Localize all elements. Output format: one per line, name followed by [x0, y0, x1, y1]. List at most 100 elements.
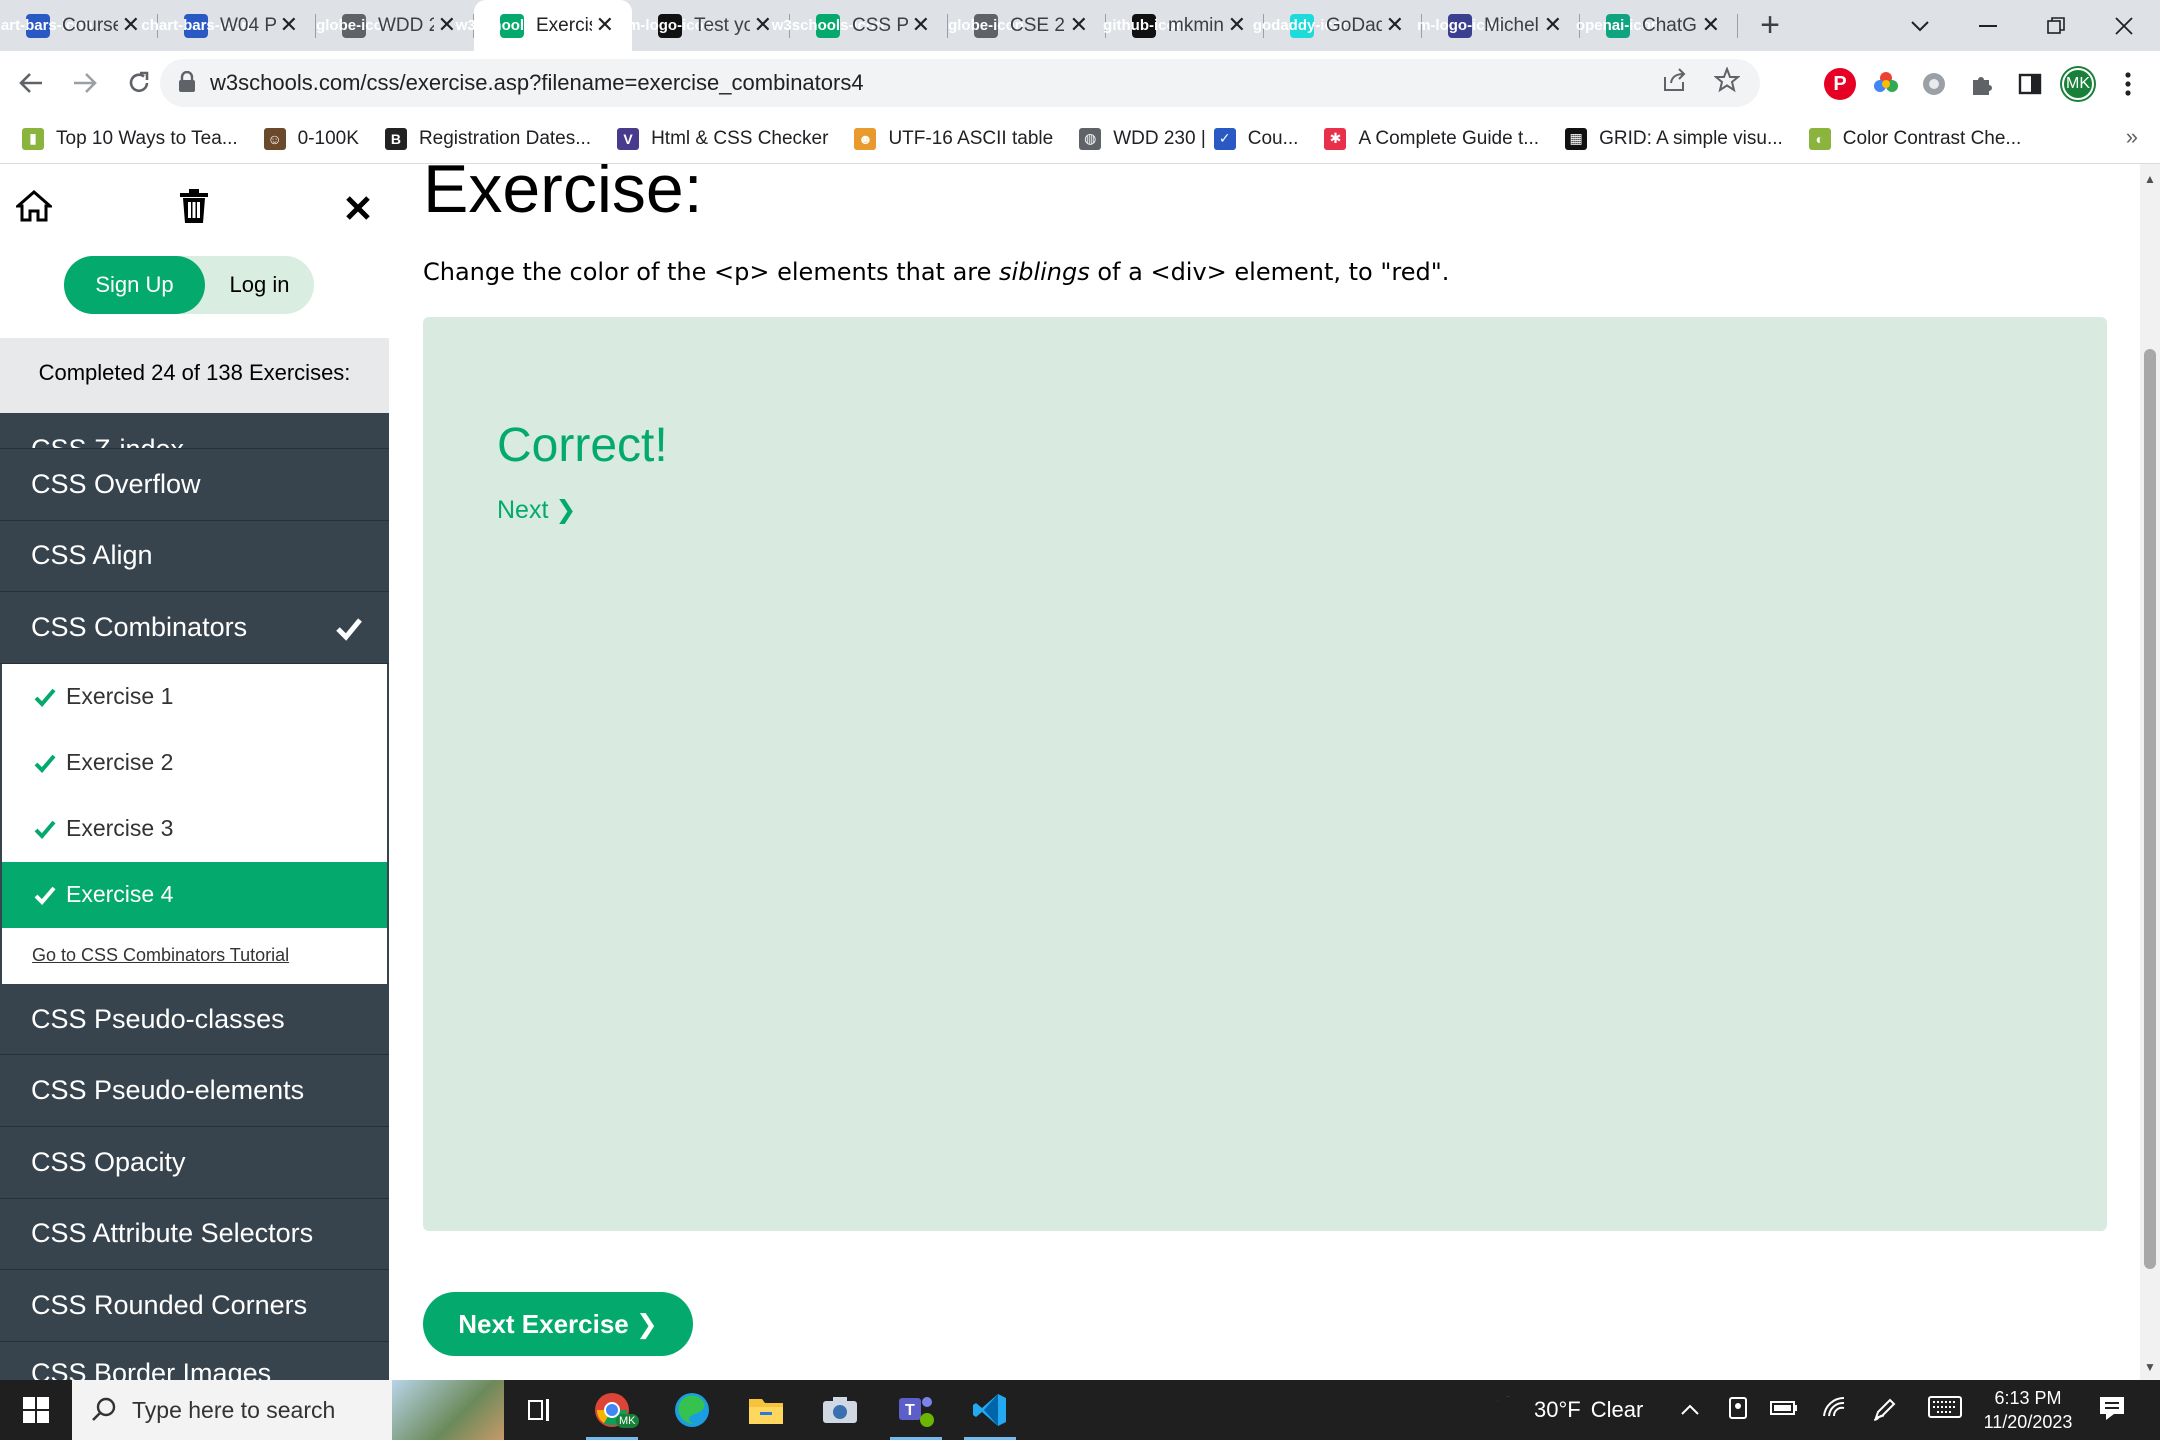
tab-close-icon[interactable]: ✕: [1544, 13, 1562, 37]
menu-item-css-overflow[interactable]: CSS Overflow: [0, 449, 389, 521]
tab-close-icon[interactable]: ✕: [122, 13, 140, 37]
battery-icon[interactable]: [1770, 1396, 1798, 1422]
meet-now-icon[interactable]: [1728, 1396, 1748, 1426]
next-link[interactable]: Next ❯: [497, 495, 576, 525]
tab-close-icon[interactable]: ✕: [1228, 13, 1246, 37]
browser-tab-michell[interactable]: m-logo-icon Michell ✕: [1417, 0, 1580, 51]
bookmark-star-icon[interactable]: [1713, 66, 1741, 100]
weather-widget[interactable]: 30°F Clear: [1488, 1380, 1643, 1440]
openai-icon: openai-icon: [1576, 13, 1660, 38]
browser-tab-course[interactable]: chart-bars-iconCourse✕: [0, 0, 158, 51]
task-view-icon[interactable]: [504, 1380, 576, 1440]
exercise-main: Exercise: Change the color of the <p> el…: [389, 164, 2123, 1380]
pinterest-extension-icon[interactable]: P: [1824, 68, 1856, 100]
address-bar[interactable]: w3schools.com/css/exercise.asp?filename=…: [160, 59, 1760, 107]
exercise-sidebar: Sign Up Log in Completed 24 of 138 Exerc…: [0, 164, 389, 1380]
menu-item-css-z-index[interactable]: CSS Z-index: [0, 413, 389, 449]
color-picker-extension-icon[interactable]: [1870, 68, 1902, 100]
browser-tab-mkmin[interactable]: github-icon mkmin ✕: [1103, 0, 1264, 51]
kebab-menu-icon[interactable]: [2112, 68, 2144, 100]
exercise-item-2[interactable]: Exercise 2: [2, 730, 387, 796]
browser-tab-w04-pr[interactable]: chart-bars-iconW04 Pr✕: [141, 0, 316, 51]
exercise-item-4[interactable]: Exercise 4: [2, 861, 387, 928]
menu-item-css-combinators[interactable]: CSS Combinators: [0, 592, 389, 664]
bookmark-color-contrast-che[interactable]: ◐ Color Contrast Che...: [1808, 127, 2021, 150]
scroll-up-arrow-icon[interactable]: ▲: [2144, 172, 2156, 186]
taskbar-search-box[interactable]: Type here to search: [72, 1380, 504, 1440]
edge-taskbar-icon[interactable]: [656, 1380, 728, 1440]
tray-overflow-chevron-icon[interactable]: [1680, 1396, 1700, 1422]
file-explorer-icon[interactable]: [730, 1380, 802, 1440]
result-message: Correct!: [497, 419, 668, 472]
chrome-taskbar-icon[interactable]: MK: [576, 1380, 648, 1440]
close-sidebar-icon[interactable]: [336, 186, 380, 230]
browser-tab-wdd-2[interactable]: globe-icon WDD 2 ✕: [316, 0, 474, 51]
forward-icon[interactable]: [62, 60, 108, 106]
sign-up-button[interactable]: Sign Up: [64, 256, 205, 314]
new-tab-button[interactable]: +: [1746, 2, 1794, 50]
tab-close-icon[interactable]: ✕: [1386, 13, 1404, 37]
home-icon[interactable]: [12, 184, 56, 228]
window-close-icon[interactable]: [2084, 0, 2160, 51]
bookmark-top-10-ways-to-tea[interactable]: ▮ Top 10 Ways to Tea...: [22, 127, 238, 150]
keyboard-icon[interactable]: [1928, 1396, 1962, 1424]
menu-item-css-align[interactable]: CSS Align: [0, 521, 389, 593]
back-icon[interactable]: [8, 60, 54, 106]
tab-close-icon[interactable]: ✕: [912, 13, 930, 37]
lock-icon[interactable]: [178, 71, 196, 93]
teams-taskbar-icon[interactable]: T: [880, 1380, 952, 1440]
menu-item-css-attribute-selectors[interactable]: CSS Attribute Selectors: [0, 1199, 389, 1271]
notifications-icon[interactable]: [2098, 1394, 2126, 1428]
bookmark-grid-a-simple-visu[interactable]: ▦ GRID: A simple visu...: [1565, 127, 1783, 150]
browser-tab-cse-21[interactable]: globe-iconCSE 21✕: [948, 0, 1106, 51]
bookmark-0-100k[interactable]: ☺ 0-100K: [263, 127, 359, 150]
tutorial-link[interactable]: Go to CSS Combinators Tutorial: [2, 928, 387, 984]
share-icon[interactable]: [1662, 67, 1688, 100]
settings-extension-icon[interactable]: [1918, 68, 1950, 100]
tab-close-icon[interactable]: ✕: [596, 13, 614, 37]
tab-close-icon[interactable]: ✕: [1702, 13, 1720, 37]
scroll-down-arrow-icon[interactable]: ▼: [2144, 1360, 2156, 1374]
vscode-taskbar-icon[interactable]: [954, 1380, 1026, 1440]
menu-item-css-border-images[interactable]: CSS Border Images: [0, 1342, 389, 1380]
browser-tab-exercis[interactable]: w3schools-iconExercis✕: [456, 0, 632, 51]
browser-tab-css-ps[interactable]: w3schools-iconCSS Ps✕: [772, 0, 948, 51]
bookmarks-overflow-icon[interactable]: »: [2126, 124, 2138, 150]
extensions-puzzle-icon[interactable]: [1966, 68, 1998, 100]
menu-item-css-opacity[interactable]: CSS Opacity: [0, 1127, 389, 1199]
taskbar-clock[interactable]: 6:13 PM 11/20/2023: [1972, 1386, 2084, 1434]
bookmark-utf-16-ascii-table[interactable]: ☻ UTF-16 ASCII table: [854, 127, 1053, 150]
profile-avatar[interactable]: MK: [2062, 68, 2094, 100]
menu-item-css-rounded-corners[interactable]: CSS Rounded Corners: [0, 1270, 389, 1342]
browser-tab-test-yo[interactable]: m-logo-icon Test yo ✕: [627, 0, 790, 51]
page-scrollbar[interactable]: ▲ ▼: [2140, 164, 2160, 1380]
url-text[interactable]: w3schools.com/css/exercise.asp?filename=…: [210, 70, 864, 96]
bookmark-html-css-checker[interactable]: V Html & CSS Checker: [617, 127, 828, 150]
windows-start-icon[interactable]: [0, 1380, 72, 1440]
pen-icon[interactable]: [1872, 1396, 1898, 1428]
bookmark-registration-dates[interactable]: B Registration Dates...: [384, 127, 591, 150]
menu-item-css-pseudo-classes[interactable]: CSS Pseudo-classes: [0, 984, 389, 1056]
exercise-item-3[interactable]: Exercise 3: [2, 796, 387, 862]
next-exercise-button[interactable]: Next Exercise ❯: [423, 1292, 693, 1356]
bookmark-cou[interactable]: ✓ Cou...: [1213, 127, 1298, 150]
camera-app-icon[interactable]: [804, 1380, 876, 1440]
bookmark-a-complete-guide-t[interactable]: ✱ A Complete Guide t...: [1324, 127, 1539, 150]
tab-close-icon[interactable]: ✕: [280, 13, 298, 37]
browser-tab-chatgp[interactable]: openai-iconChatGP✕: [1576, 0, 1738, 51]
bookmark-wdd-230[interactable]: ◍ WDD 230 |: [1079, 127, 1206, 150]
browser-tab-godad[interactable]: godaddy-icon GoDad ✕: [1253, 0, 1422, 51]
wifi-icon[interactable]: [1822, 1396, 1848, 1424]
tab-close-icon[interactable]: ✕: [438, 13, 456, 37]
exercise-item-1[interactable]: Exercise 1: [2, 664, 387, 730]
menu-item-css-pseudo-elements[interactable]: CSS Pseudo-elements: [0, 1055, 389, 1127]
log-in-button[interactable]: Log in: [205, 256, 314, 314]
side-panel-icon[interactable]: [2014, 68, 2046, 100]
trash-icon[interactable]: [172, 184, 216, 228]
shield-icon: V: [617, 127, 640, 150]
bookmark-label: 0-100K: [297, 127, 359, 149]
tab-close-icon[interactable]: ✕: [1070, 13, 1088, 37]
reload-icon[interactable]: [116, 60, 162, 106]
tab-close-icon[interactable]: ✕: [754, 13, 772, 37]
scroll-thumb[interactable]: [2144, 349, 2156, 1269]
